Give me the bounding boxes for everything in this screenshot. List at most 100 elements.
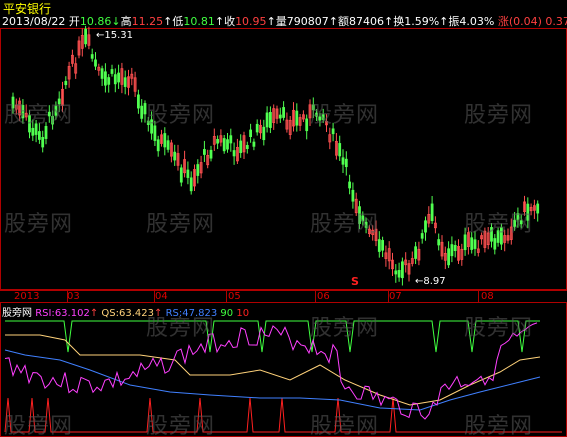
turn-label: 换 bbox=[393, 15, 405, 28]
rsi-label: RSI: bbox=[35, 308, 55, 319]
watermark: 股旁网 bbox=[464, 103, 534, 128]
candle-body bbox=[295, 110, 299, 126]
qs-label: QS: bbox=[101, 308, 119, 319]
down-arrow-icon: ↓ bbox=[111, 15, 121, 28]
candle-body bbox=[268, 112, 272, 128]
qs-line bbox=[5, 334, 541, 406]
candle-body bbox=[209, 149, 213, 159]
chg-value: (0.04) bbox=[508, 15, 542, 28]
candle-body bbox=[341, 157, 345, 165]
candle-body bbox=[447, 248, 451, 266]
amp-label: 振 bbox=[448, 15, 460, 28]
watermark: 股旁网 bbox=[4, 414, 74, 437]
candle-body bbox=[229, 135, 233, 144]
x-axis-label: 2013 bbox=[14, 291, 40, 302]
x-axis-label: 07 bbox=[389, 291, 402, 302]
level-10: 10 bbox=[236, 308, 250, 319]
high-marker-label: ←15.31 bbox=[96, 30, 134, 41]
watermark: 股旁网 bbox=[4, 103, 74, 128]
candle-body bbox=[400, 261, 404, 279]
header-date: 2013/08/22 bbox=[2, 15, 66, 28]
candle-body bbox=[278, 114, 282, 119]
candle-body bbox=[166, 140, 170, 150]
candle-body bbox=[117, 72, 120, 83]
candle-body bbox=[123, 77, 127, 87]
candle-body bbox=[414, 246, 418, 259]
candle-body bbox=[84, 28, 87, 45]
candle-body bbox=[163, 133, 167, 148]
candle-body bbox=[377, 239, 381, 252]
candle-body bbox=[249, 129, 253, 138]
candle-body bbox=[331, 128, 335, 135]
x-axis-label: 04 bbox=[155, 291, 168, 302]
x-axis-label: 06 bbox=[317, 291, 330, 302]
candle-body bbox=[536, 203, 540, 214]
candle-body bbox=[38, 131, 41, 140]
candle-body bbox=[420, 233, 424, 239]
candle-body bbox=[186, 169, 190, 178]
candle-body bbox=[265, 112, 269, 128]
up-arrow-icon: ↑ bbox=[89, 308, 99, 319]
candle-body bbox=[104, 71, 107, 86]
rs-value: 47.823 bbox=[182, 308, 218, 319]
indicator-name: 股旁网 bbox=[2, 308, 32, 319]
candle-body bbox=[173, 151, 177, 161]
candle-body bbox=[64, 80, 68, 86]
candle-body bbox=[473, 239, 477, 249]
stock-chart-window: 平安银行 2013/08/22 开10.86↓高11.25↑低10.81↑收10… bbox=[0, 0, 567, 437]
candle-body bbox=[255, 123, 259, 133]
candle-body bbox=[252, 141, 256, 147]
candle-body bbox=[31, 127, 35, 136]
watermark: 股旁网 bbox=[464, 212, 534, 237]
candle-body bbox=[196, 164, 200, 176]
watermark: 股旁网 bbox=[146, 414, 216, 437]
watermark: 股旁网 bbox=[4, 212, 74, 237]
chg-label: 涨 bbox=[497, 15, 509, 28]
candle-body bbox=[450, 244, 454, 257]
turn-value: 1.59% bbox=[404, 15, 440, 28]
chg2-value: 0.37 bbox=[545, 15, 567, 28]
candle-body bbox=[226, 139, 229, 150]
candle-body bbox=[136, 94, 140, 109]
candle-body bbox=[222, 138, 226, 152]
sell-signal-icon: S bbox=[351, 275, 359, 288]
candle-body bbox=[344, 158, 348, 168]
level-90: 90 bbox=[220, 308, 234, 319]
candle-body bbox=[262, 126, 266, 141]
x-axis-label: 08 bbox=[481, 291, 494, 302]
open-value: 10.86 bbox=[79, 15, 112, 28]
candle-body bbox=[338, 143, 342, 157]
ohlc-header: 2013/08/22 开10.86↓高11.25↑低10.81↑收10.95↑量… bbox=[2, 13, 567, 28]
up-arrow-icon: ↑ bbox=[163, 15, 173, 28]
low-marker-label: ←8.97 bbox=[415, 276, 446, 287]
candle-body bbox=[110, 69, 114, 74]
rsi-value: 63.102 bbox=[54, 308, 90, 319]
amp-value: 4.03% bbox=[459, 15, 495, 28]
candle-body bbox=[430, 203, 434, 221]
vol-value: 790807 bbox=[286, 15, 329, 28]
candle-body bbox=[245, 145, 249, 150]
watermark: 股旁网 bbox=[310, 103, 380, 128]
candle-body bbox=[394, 270, 398, 275]
candle-body bbox=[348, 181, 352, 189]
up-arrow-icon: ↑ bbox=[153, 308, 163, 319]
candle-body bbox=[100, 68, 104, 79]
candle-body bbox=[179, 167, 183, 183]
x-axis-label: 05 bbox=[228, 291, 241, 302]
watermark: 股旁网 bbox=[310, 414, 380, 437]
up-arrow-icon: ↑ bbox=[439, 15, 449, 28]
watermark: 股旁网 bbox=[146, 212, 216, 237]
candle-body bbox=[107, 77, 111, 85]
amt-value: 87406 bbox=[349, 15, 384, 28]
up-arrow-icon: ↑ bbox=[214, 15, 225, 28]
watermark: 股旁网 bbox=[146, 103, 216, 128]
candle-body bbox=[351, 189, 355, 202]
up-arrow-icon: ↑ bbox=[266, 15, 276, 28]
price-panel-frame bbox=[0, 28, 567, 290]
candle-body bbox=[90, 54, 94, 59]
candle-body bbox=[437, 239, 441, 246]
candle-body bbox=[41, 136, 45, 148]
up-arrow-icon: ↑ bbox=[328, 15, 338, 28]
candle-body bbox=[470, 237, 474, 250]
qs-value: 63.423 bbox=[118, 308, 154, 319]
